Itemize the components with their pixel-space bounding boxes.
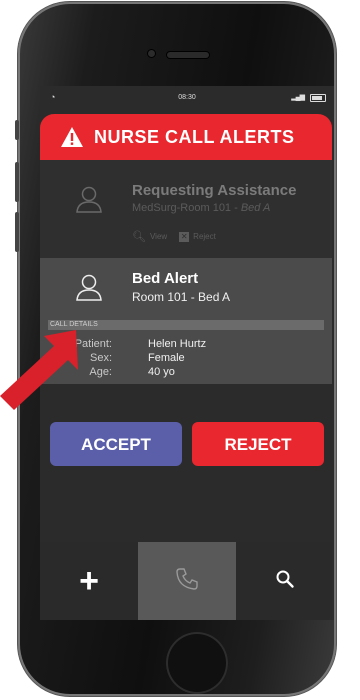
age-value: 40 yo	[148, 366, 175, 378]
alert-location-room: MedSurg-Room 101 -	[132, 202, 241, 214]
alert-item-bed-alert[interactable]: Bed Alert Room 101 - Bed A CALL DETAILS …	[40, 258, 332, 384]
sex-value: Female	[148, 352, 185, 364]
user-icon	[74, 272, 104, 307]
reject-box-icon[interactable]: ✕	[179, 231, 190, 242]
volume-down-button	[15, 212, 19, 252]
header-title: NURSE CALL ALERTS	[94, 126, 295, 147]
bottom-tab-bar: +	[40, 542, 332, 620]
front-camera	[148, 50, 155, 57]
accept-button[interactable]: ACCEPT	[50, 422, 182, 466]
tab-add[interactable]: +	[40, 542, 138, 620]
view-icon[interactable]: 🔍︎	[132, 230, 146, 243]
status-bar: ◔ 08:30 ▂▄▆	[40, 86, 334, 110]
volume-up-button	[15, 162, 19, 202]
user-icon	[74, 184, 104, 219]
plus-icon: +	[79, 562, 99, 600]
warning-icon	[60, 126, 84, 148]
home-button	[166, 632, 228, 694]
alert-location: MedSurg-Room 101 - Bed A	[132, 202, 270, 214]
battery-icon	[310, 94, 326, 102]
status-time: 08:30	[178, 94, 196, 101]
alert-title: Requesting Assistance	[132, 182, 297, 199]
alert-title: Bed Alert	[132, 270, 199, 287]
alert-location-bed: Bed A	[240, 202, 271, 214]
nurse-call-header: NURSE CALL ALERTS	[40, 114, 332, 160]
view-link[interactable]: View	[150, 232, 167, 241]
patient-value: Helen Hurtz	[148, 338, 207, 350]
earpiece-speaker	[167, 52, 209, 58]
call-details-label: CALL DETAILS	[48, 320, 324, 330]
tab-search[interactable]	[236, 542, 334, 620]
app-screen: ◔ 08:30 ▂▄▆ NURSE CALL ALERTS Requesting…	[40, 86, 334, 620]
alert-item-requesting-assistance[interactable]: Requesting Assistance MedSurg-Room 101 -…	[40, 160, 332, 258]
signal-icon: ▂▄▆	[291, 94, 305, 101]
alert-actions: 🔍︎ View ✕ Reject	[132, 230, 216, 243]
alert-location: Room 101 - Bed A	[132, 290, 231, 304]
reject-link[interactable]: Reject	[193, 232, 216, 241]
phone-icon	[174, 566, 200, 597]
arrow-pointer-icon	[0, 330, 78, 415]
tab-call[interactable]	[138, 542, 236, 620]
search-icon	[275, 569, 295, 594]
reject-button[interactable]: REJECT	[192, 422, 324, 466]
mute-switch	[15, 120, 19, 140]
